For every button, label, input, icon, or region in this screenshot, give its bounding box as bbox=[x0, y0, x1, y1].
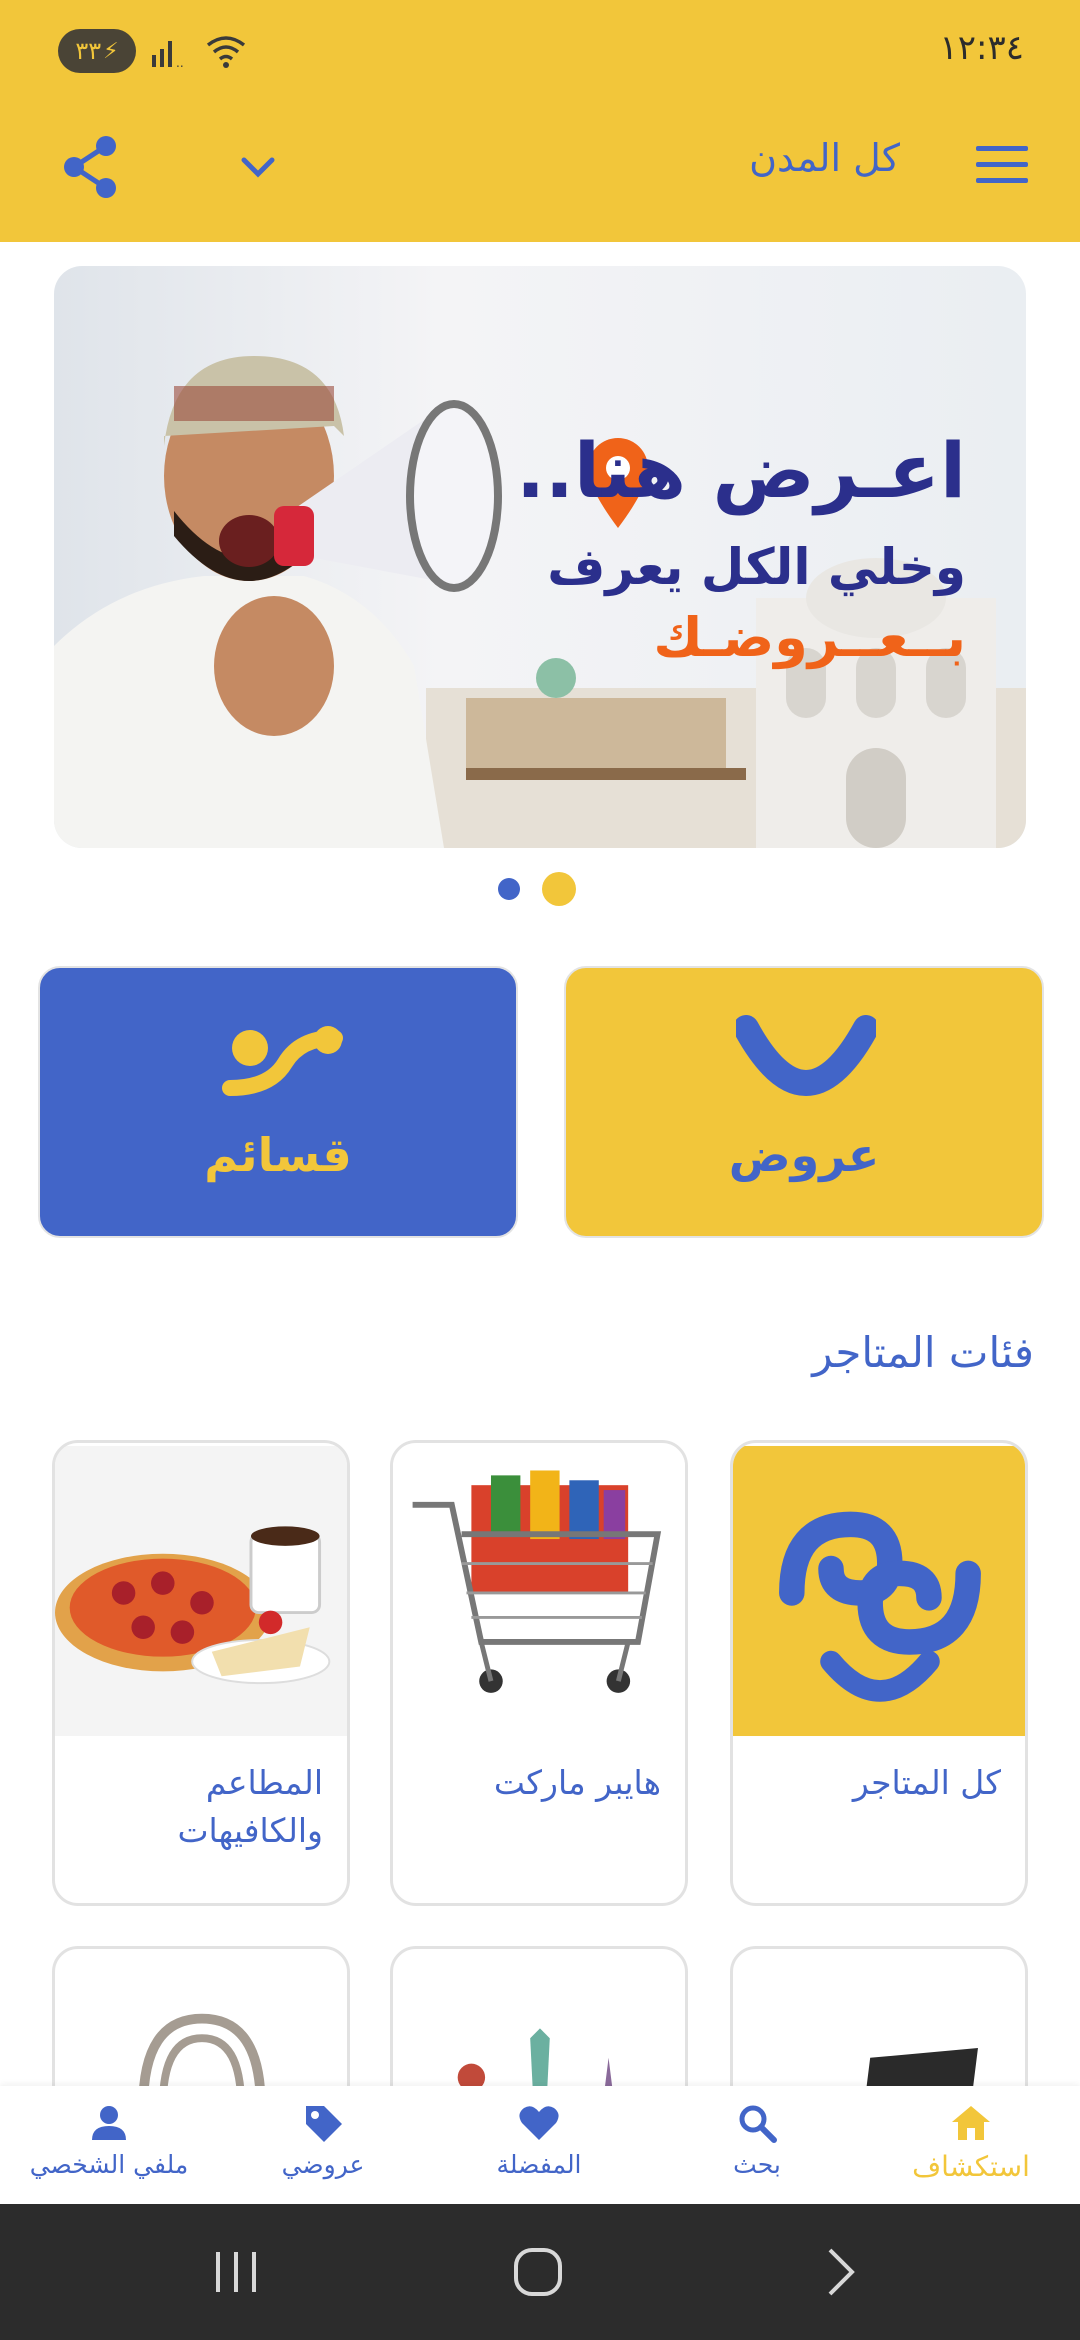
banner-tagline: بــعــروضـك bbox=[653, 606, 966, 669]
category-label: هايبر ماركت bbox=[493, 1763, 661, 1802]
banner-headline: اعـرض هنا.. bbox=[516, 426, 966, 515]
shopping-cart-icon bbox=[393, 1445, 685, 1737]
nav-explore[interactable]: استكشاف bbox=[866, 2100, 1076, 2196]
battery-indicator: ٣٣ ⚡ bbox=[58, 29, 136, 73]
category-label: كل المتاجر bbox=[852, 1763, 1001, 1802]
vouchers-icon bbox=[222, 1026, 343, 1096]
brand-logo-icon bbox=[733, 1445, 1025, 1737]
nav-label: استكشاف bbox=[912, 2150, 1030, 2183]
carousel-dot-active[interactable] bbox=[542, 872, 576, 906]
tag-icon bbox=[306, 2106, 342, 2142]
city-selector[interactable]: كل المدن bbox=[640, 136, 900, 180]
home-icon bbox=[952, 2106, 990, 2140]
carousel-indicator bbox=[498, 872, 576, 906]
vouchers-label: قسائم bbox=[204, 1128, 352, 1182]
banner-subtitle: وخلي الكل يعرف bbox=[547, 538, 966, 596]
nav-search[interactable]: بحث bbox=[652, 2100, 862, 2196]
nav-label: ملفي الشخصي bbox=[29, 2150, 189, 2179]
smile-icon bbox=[736, 1015, 876, 1096]
nav-label: المفضلة bbox=[496, 2150, 582, 2179]
signal-icon: .. bbox=[152, 41, 184, 70]
svg-text:..: .. bbox=[176, 56, 184, 70]
battery-level: ٣٣ bbox=[75, 37, 102, 65]
offers-tile[interactable]: عروض bbox=[564, 966, 1044, 1238]
category-label: المطاعم والكافيهات bbox=[177, 1763, 323, 1850]
back-icon[interactable] bbox=[810, 2242, 870, 2302]
section-title: فئات المتاجر bbox=[812, 1328, 1034, 1377]
nav-my-offers[interactable]: عروضي bbox=[218, 2100, 428, 2196]
status-time: ١٢:٣٤ bbox=[939, 28, 1024, 68]
vouchers-tile[interactable]: قسائم bbox=[38, 966, 518, 1238]
system-navigation-bar bbox=[0, 2204, 1080, 2340]
category-card-all-stores[interactable]: كل المتاجر bbox=[730, 1440, 1028, 1906]
home-button-icon[interactable] bbox=[508, 2242, 568, 2302]
top-bar: ٣٣ ⚡ .. ١٢:٣٤ كل المدن bbox=[0, 0, 1080, 242]
category-card-restaurants[interactable]: المطاعم والكافيهات bbox=[52, 1440, 350, 1906]
share-icon[interactable] bbox=[56, 132, 126, 202]
chevron-down-icon[interactable] bbox=[230, 140, 286, 196]
charging-icon: ⚡ bbox=[103, 38, 119, 64]
nav-profile[interactable]: ملفي الشخصي bbox=[4, 2100, 214, 2196]
wifi-icon bbox=[206, 36, 246, 68]
man-with-megaphone bbox=[54, 356, 502, 848]
nav-label: بحث bbox=[733, 2150, 781, 2179]
menu-icon[interactable] bbox=[972, 140, 1032, 190]
promo-banner[interactable]: اعـرض هنا.. وخلي الكل يعرف بــعــروضـك bbox=[54, 266, 1026, 848]
search-icon bbox=[739, 2105, 777, 2143]
pizza-coffee-icon bbox=[55, 1445, 347, 1737]
nav-favorites[interactable]: المفضلة bbox=[434, 2100, 644, 2196]
carousel-dot[interactable] bbox=[498, 878, 520, 900]
nav-label: عروضي bbox=[281, 2150, 365, 2179]
offers-label: عروض bbox=[728, 1128, 880, 1182]
recent-apps-icon[interactable] bbox=[206, 2242, 266, 2302]
category-card-hypermarket[interactable]: هايبر ماركت bbox=[390, 1440, 688, 1906]
heart-icon bbox=[519, 2106, 559, 2140]
person-icon bbox=[92, 2106, 126, 2140]
bottom-navigation: استكشاف بحث المفضلة عروضي ملفي الشخصي bbox=[0, 2086, 1080, 2204]
status-icons: ٣٣ ⚡ .. bbox=[58, 28, 248, 74]
